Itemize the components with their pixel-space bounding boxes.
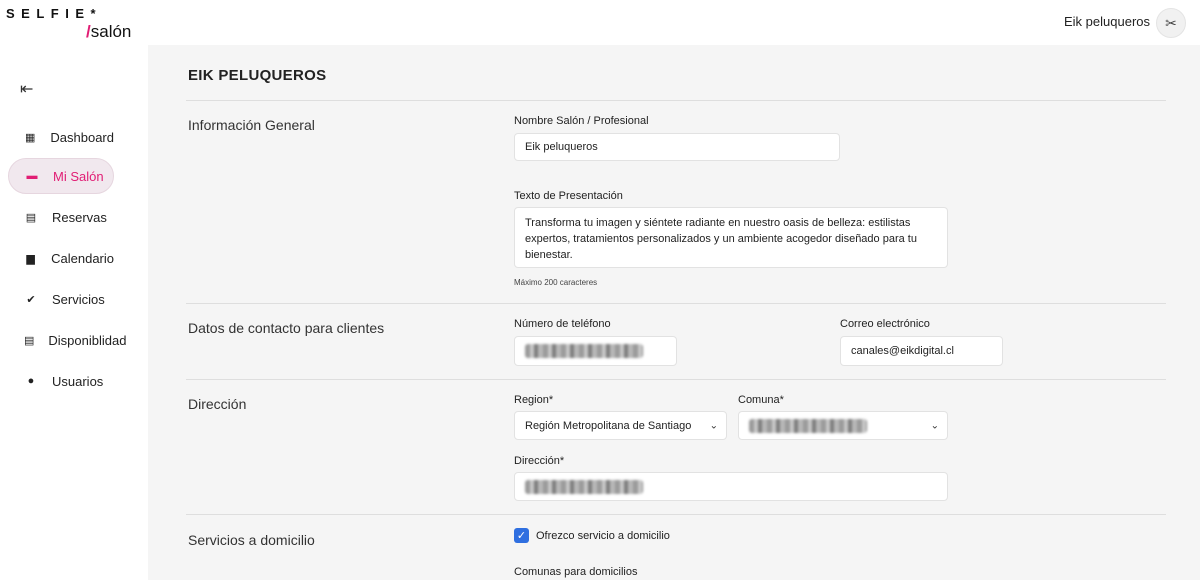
store-icon: ▬ bbox=[26, 170, 38, 182]
grid-icon: ▦ bbox=[24, 131, 36, 144]
divider bbox=[186, 514, 1166, 515]
collapse-left-icon[interactable]: ⇤ bbox=[20, 79, 33, 99]
sidebar-item-calendario[interactable]: ▆ Calendario bbox=[8, 240, 114, 276]
phone-label: Número de teléfono bbox=[514, 318, 611, 330]
brand-logo-salon: salón bbox=[90, 22, 132, 41]
home-service-checkbox[interactable]: ✓ bbox=[514, 528, 529, 543]
sidebar-item-label: Reservas bbox=[52, 209, 107, 225]
redacted-comuna bbox=[749, 418, 867, 433]
page-title: EIK PELUQUEROS bbox=[188, 67, 327, 84]
region-select[interactable]: Región Metropolitana de Santiago ⌄ bbox=[514, 411, 727, 440]
sidebar-item-dashboard[interactable]: ▦ Dashboard bbox=[8, 119, 114, 155]
home-service-checkbox-label[interactable]: Ofrezco servicio a domicilio bbox=[536, 530, 670, 542]
sidebar-item-usuarios[interactable]: ● Usuarios bbox=[8, 363, 114, 399]
brand-logo-top: SELFIE* bbox=[6, 6, 103, 21]
main-content: EIK PELUQUEROS Información General Nombr… bbox=[148, 45, 1200, 580]
sidebar-item-reservas[interactable]: ▤ Reservas bbox=[8, 199, 114, 235]
sidebar: ⇤ ▦ Dashboard ▬ Mi Salón ▤ Reservas ▆ Ca… bbox=[0, 45, 148, 580]
salon-name-label: Nombre Salón / Profesional bbox=[514, 115, 649, 127]
email-label: Correo electrónico bbox=[840, 318, 930, 330]
region-label: Region* bbox=[514, 394, 554, 406]
user-icon: ● bbox=[27, 375, 35, 387]
clipboard-icon: ▤ bbox=[24, 334, 35, 347]
comuna-select[interactable]: ⌄ bbox=[738, 411, 948, 440]
section-title-address: Dirección bbox=[188, 396, 247, 412]
check-icon: ✓ bbox=[516, 530, 527, 542]
section-title-contact: Datos de contacto para clientes bbox=[188, 320, 385, 336]
sidebar-item-label: Dashboard bbox=[50, 129, 114, 145]
chevron-down-icon: ⌄ bbox=[930, 420, 939, 431]
calendar-icon: ▆ bbox=[26, 252, 35, 265]
section-title-home-service: Servicios a domicilio bbox=[188, 532, 315, 548]
sidebar-item-label: Mi Salón bbox=[53, 168, 104, 184]
sidebar-item-label: Usuarios bbox=[52, 373, 104, 389]
sidebar-item-disponiblidad[interactable]: ▤ Disponiblidad bbox=[8, 322, 126, 358]
comuna-label: Comuna* bbox=[738, 394, 784, 406]
sidebar-item-mi-salon[interactable]: ▬ Mi Salón bbox=[8, 158, 114, 194]
top-bar: SELFIE* /salón Eik peluqueros ✂ bbox=[0, 0, 1200, 45]
brand-logo-bottom: /salón bbox=[86, 22, 131, 42]
address-label: Dirección* bbox=[514, 455, 565, 467]
presentation-hint: Máximo 200 caracteres bbox=[514, 278, 598, 287]
badge-check-icon: ✔ bbox=[26, 293, 36, 306]
redacted-phone bbox=[525, 344, 643, 358]
sidebar-item-label: Disponiblidad bbox=[48, 332, 127, 348]
brand-logo[interactable]: SELFIE* /salón bbox=[6, 6, 146, 42]
divider bbox=[186, 100, 1166, 101]
redacted-address bbox=[525, 479, 643, 494]
presentation-label: Texto de Presentación bbox=[514, 190, 623, 202]
scissors-icon[interactable]: ✂ bbox=[1156, 8, 1186, 38]
user-name[interactable]: Eik peluqueros bbox=[1064, 14, 1150, 29]
chevron-down-icon: ⌄ bbox=[709, 420, 718, 431]
email-input[interactable]: canales@eikdigital.cl bbox=[840, 336, 1003, 366]
clipboard-icon: ▤ bbox=[25, 211, 37, 224]
comunas-domicilio-label: Comunas para domicilios bbox=[514, 566, 638, 578]
salon-name-input[interactable]: Eik peluqueros bbox=[514, 133, 840, 161]
section-title-general: Información General bbox=[188, 117, 315, 133]
presentation-textarea[interactable]: Transforma tu imagen y siéntete radiante… bbox=[514, 207, 948, 268]
sidebar-item-label: Calendario bbox=[51, 250, 114, 266]
sidebar-item-label: Servicios bbox=[52, 291, 105, 307]
region-select-value: Región Metropolitana de Santiago bbox=[525, 419, 692, 432]
address-input[interactable] bbox=[514, 472, 948, 501]
phone-input[interactable] bbox=[514, 336, 677, 366]
divider bbox=[186, 303, 1166, 304]
divider bbox=[186, 379, 1166, 380]
sidebar-item-servicios[interactable]: ✔ Servicios bbox=[8, 281, 114, 317]
